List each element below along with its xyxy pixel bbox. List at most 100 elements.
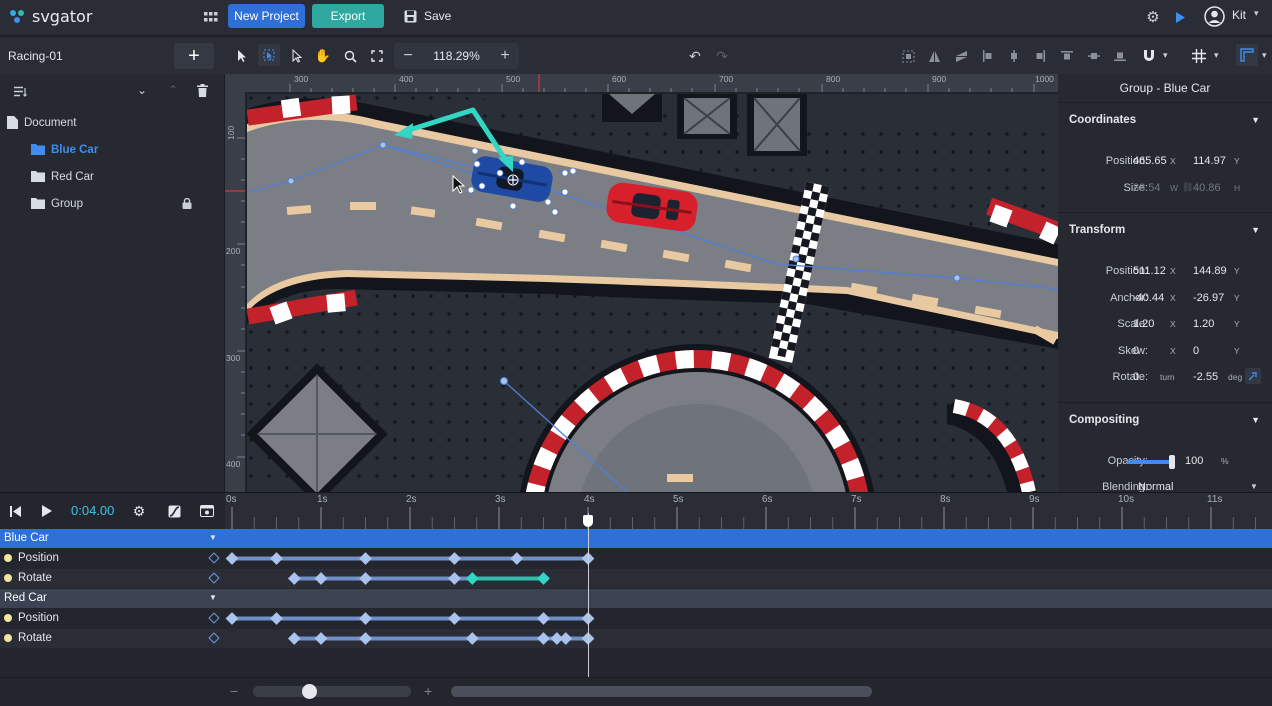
timeline-horizontal-scrollbar[interactable] [451,686,872,697]
opacity-slider-thumb[interactable] [1169,455,1175,469]
track-visibility-bulb-icon[interactable] [4,554,12,562]
transform-position-y-input[interactable]: 144.89 [1193,265,1227,277]
align-middle-icon[interactable] [1086,47,1102,65]
compositing-section-header[interactable]: Compositing ▼ [1058,402,1272,436]
user-name[interactable]: Kit [1232,8,1246,22]
opacity-input[interactable]: 100 [1185,455,1203,467]
skew-x-input[interactable]: 0 [1133,345,1139,357]
anchor-x-input[interactable]: -40.44 [1133,292,1164,304]
timeline-track-row[interactable]: Rotate [0,569,1272,588]
align-top-icon[interactable] [1059,47,1075,65]
playhead-line[interactable] [588,513,589,677]
align-bottom-icon[interactable] [1112,47,1128,65]
height-input[interactable]: 40.86 [1193,182,1221,194]
add-keyframe-icon[interactable] [208,552,220,564]
add-element-button[interactable]: + [174,43,214,69]
delete-trash-icon[interactable] [195,82,209,98]
opacity-slider[interactable] [1127,455,1175,469]
transform-tool-icon[interactable] [258,44,280,66]
easing-icon[interactable] [166,503,182,519]
ruler-guides-icon[interactable] [1236,44,1258,66]
timeline-settings-gear-icon[interactable]: ⚙ [131,503,147,519]
group-caret-icon[interactable]: ▼ [209,593,217,602]
align-to-icon[interactable] [899,47,917,65]
align-right-icon[interactable] [1032,47,1048,65]
timeline-group-row[interactable]: Red Car ▼ [0,589,1272,608]
apps-grid-icon[interactable] [202,9,220,27]
snap-magnet-icon[interactable] [1140,47,1158,65]
new-project-button[interactable]: New Project [228,4,305,28]
layer-document[interactable]: Document [0,109,225,136]
scale-x-input[interactable]: 1.20 [1133,318,1154,330]
project-name[interactable]: Racing-01 [8,49,63,63]
layers-sort-icon[interactable] [12,83,28,99]
zoom-tool-icon[interactable] [341,47,359,65]
timeline-group-row[interactable]: Blue Car ▼ [0,529,1272,548]
grid-menu-chevron-icon[interactable]: ▾ [1214,50,1219,61]
coordinates-section-header[interactable]: Coordinates ▼ [1058,102,1272,136]
transform-section-header[interactable]: Transform ▼ [1058,212,1272,246]
node-tool-icon[interactable] [288,47,306,65]
svgator-logo[interactable]: svgator [8,7,92,26]
timeline-track-row[interactable]: Position [0,609,1272,628]
auto-orient-icon[interactable] [1245,368,1261,384]
timeline-zoom-in-icon[interactable]: + [424,683,432,699]
track-visibility-bulb-icon[interactable] [4,614,12,622]
position-x-input[interactable]: 465.65 [1133,155,1167,167]
track-visibility-bulb-icon[interactable] [4,634,12,642]
collapse-all-chevron-icon[interactable]: ⌄ [137,83,147,97]
flip-horizontal-icon[interactable] [925,47,943,65]
user-menu-chevron-icon[interactable]: ▾ [1254,8,1259,19]
vertical-ruler[interactable]: 100 200 300 400 [225,92,245,492]
grid-icon[interactable] [1190,47,1208,65]
ruler-menu-chevron-icon[interactable]: ▾ [1262,50,1267,61]
zoom-level[interactable]: 118.29% [424,49,489,63]
current-time[interactable]: 0:04.00 [71,503,114,518]
timeline-zoom-thumb[interactable] [302,684,317,699]
anchor-y-input[interactable]: -26.97 [1193,292,1224,304]
timeline-view-icon[interactable] [199,503,215,519]
layer-group[interactable]: Group [0,190,225,217]
position-y-input[interactable]: 114.97 [1193,155,1226,167]
layer-red-car[interactable]: Red Car [0,163,225,190]
link-ratio-icon[interactable]: ⛓ [1182,182,1193,193]
move-up-chevron-icon[interactable]: ⌃ [168,83,178,97]
playhead-handle[interactable] [583,515,593,527]
scale-y-input[interactable]: 1.20 [1193,318,1214,330]
add-keyframe-icon[interactable] [208,572,220,584]
fit-screen-icon[interactable] [368,47,386,65]
width-input[interactable]: 83.54 [1133,182,1161,194]
transform-position-x-input[interactable]: 511.12 [1133,265,1166,277]
layer-blue-car[interactable]: Blue Car [0,136,225,163]
preview-play-icon[interactable] [1171,8,1189,26]
user-avatar-icon[interactable] [1203,5,1225,27]
race-track-artboard[interactable] [247,94,1058,492]
zoom-out-icon[interactable]: − [398,46,418,66]
blending-caret-icon[interactable]: ▼ [1250,482,1258,491]
align-center-icon[interactable] [1006,47,1022,65]
add-keyframe-icon[interactable] [208,612,220,624]
track-visibility-bulb-icon[interactable] [4,574,12,582]
timeline-zoom-slider[interactable] [253,684,411,699]
hand-tool-icon[interactable]: ✋ [314,47,332,65]
align-left-icon[interactable] [980,47,996,65]
settings-gear-icon[interactable]: ⚙ [1144,8,1162,26]
redo-icon[interactable]: ↷ [713,47,731,65]
snap-menu-chevron-icon[interactable]: ▾ [1163,50,1168,61]
skip-to-start-icon[interactable] [7,503,23,519]
flip-vertical-icon[interactable] [952,47,970,65]
skew-y-input[interactable]: 0 [1193,345,1199,357]
zoom-in-icon[interactable]: + [495,46,515,66]
save-button[interactable]: Save [404,9,451,23]
canvas-area[interactable]: 300 400 500 600 700 800 900 1000 100 200… [225,74,1058,492]
timeline-track-row[interactable]: Rotate [0,629,1272,648]
play-icon[interactable] [39,503,55,519]
timeline-track-row[interactable]: Position [0,549,1272,568]
rotate-turn-input[interactable]: 0 [1133,371,1139,383]
rotate-deg-input[interactable]: -2.55 [1193,371,1218,383]
horizontal-ruler[interactable]: 300 400 500 600 700 800 900 1000 [225,74,1058,92]
timeline-zoom-out-icon[interactable]: − [230,683,238,699]
add-keyframe-icon[interactable] [208,632,220,644]
undo-icon[interactable]: ↶ [686,47,704,65]
group-caret-icon[interactable]: ▼ [209,533,217,542]
